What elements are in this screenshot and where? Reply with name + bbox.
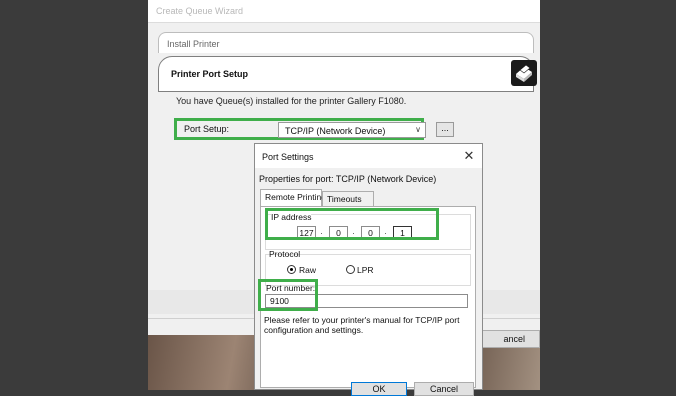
ok-button[interactable]: OK <box>351 382 407 396</box>
printer-port-setup-header: Printer Port Setup <box>158 56 537 92</box>
port-setup-select[interactable]: TCP/IP (Network Device) ∨ <box>278 122 426 138</box>
wizard-cancel-button[interactable]: ancel <box>478 330 540 348</box>
port-settings-dialog: Port Settings ✕ Properties for port: TCP… <box>254 143 483 396</box>
dialog-titlebar: Port Settings ✕ <box>255 144 482 168</box>
ip-address-highlight <box>265 208 439 240</box>
chevron-down-icon: ∨ <box>415 125 421 134</box>
protocol-label: Protocol <box>269 249 301 259</box>
install-printer-label: Install Printer <box>167 39 220 49</box>
printer-port-setup-title: Printer Port Setup <box>171 69 249 79</box>
port-properties-text: Properties for port: TCP/IP (Network Dev… <box>259 174 437 184</box>
raw-radio-label: Raw <box>299 265 317 275</box>
port-number-highlight <box>258 279 318 311</box>
dialog-title: Port Settings <box>262 152 314 162</box>
close-icon[interactable]: ✕ <box>462 148 476 164</box>
wizard-titlebar: Create Queue Wizard <box>148 0 540 23</box>
tab-remote-printing[interactable]: Remote Printing <box>260 189 326 207</box>
port-setup-select-value: TCP/IP (Network Device) <box>285 126 386 136</box>
port-more-button[interactable]: ... <box>436 122 454 137</box>
queue-info-text: You have Queue(s) installed for the prin… <box>176 96 407 106</box>
raw-radio[interactable] <box>287 265 296 274</box>
cancel-button[interactable]: Cancel <box>414 382 474 396</box>
lpr-radio[interactable] <box>346 265 355 274</box>
port-setup-label: Port Setup: <box>184 124 230 134</box>
port-help-text: Please refer to your printer's manual fo… <box>264 315 460 335</box>
printer-icon <box>511 60 537 86</box>
install-printer-header: Install Printer <box>158 32 534 53</box>
lpr-radio-label: LPR <box>357 265 374 275</box>
tab-timeouts[interactable]: Timeouts <box>322 191 374 206</box>
wizard-title: Create Queue Wizard <box>156 6 244 16</box>
